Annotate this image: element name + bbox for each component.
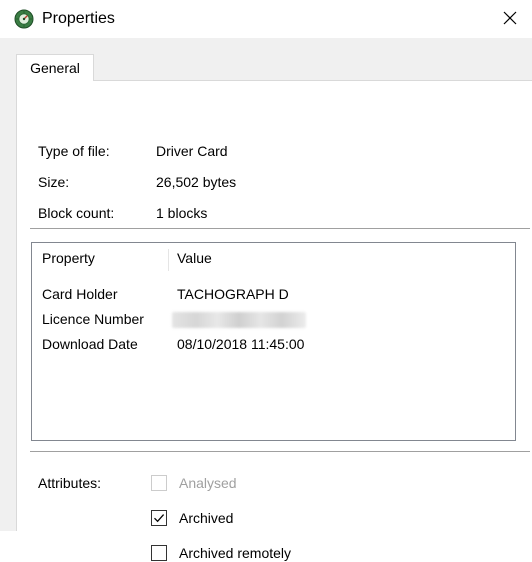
property-value: TACHOGRAPH D [177, 286, 289, 302]
list-item-download-date[interactable]: Download Date 08/10/2018 11:45:00 [32, 331, 515, 357]
list-item-licence-number[interactable]: Licence Number [32, 306, 515, 332]
analysed-label: Analysed [179, 475, 237, 491]
column-separator[interactable] [168, 249, 169, 271]
attributes-label: Attributes: [38, 475, 102, 491]
archived-remotely-checkbox[interactable] [151, 545, 167, 561]
tachograph-app-icon [14, 9, 34, 29]
size-label: Size: [38, 174, 70, 190]
property-value: 08/10/2018 11:45:00 [177, 336, 305, 352]
property-name: Licence Number [42, 311, 144, 327]
size-value: 26,502 bytes [156, 174, 237, 190]
analysed-checkbox[interactable] [151, 475, 167, 491]
archived-checkbox[interactable] [151, 510, 167, 526]
window-title: Properties [42, 10, 115, 27]
block-count-label: Block count: [38, 205, 115, 221]
redacted-value [172, 312, 306, 328]
block-count-value: 1 blocks [156, 205, 208, 221]
type-of-file-value: Driver Card [156, 143, 228, 159]
column-header-value[interactable]: Value [177, 243, 212, 273]
tab-general[interactable]: General [16, 54, 94, 81]
properties-list[interactable]: Property Value Card Holder TACHOGRAPH D … [31, 242, 516, 441]
general-tab-panel: Type of file: Driver Card Size: 26,502 b… [16, 80, 532, 561]
close-icon [503, 11, 517, 25]
title-bar: Properties [0, 0, 532, 38]
dialog-body: General Type of file: Driver Card Size: … [0, 38, 532, 561]
column-header-property[interactable]: Property [42, 243, 95, 273]
checkmark-icon [154, 514, 165, 523]
archived-remotely-label: Archived remotely [179, 545, 292, 561]
archived-label: Archived [179, 510, 234, 526]
property-name: Download Date [42, 336, 138, 352]
list-item-card-holder[interactable]: Card Holder TACHOGRAPH D [32, 281, 515, 307]
divider-bottom [30, 451, 530, 452]
close-button[interactable] [488, 0, 532, 36]
divider-top [30, 228, 530, 229]
property-name: Card Holder [42, 286, 118, 302]
type-of-file-label: Type of file: [38, 143, 110, 159]
